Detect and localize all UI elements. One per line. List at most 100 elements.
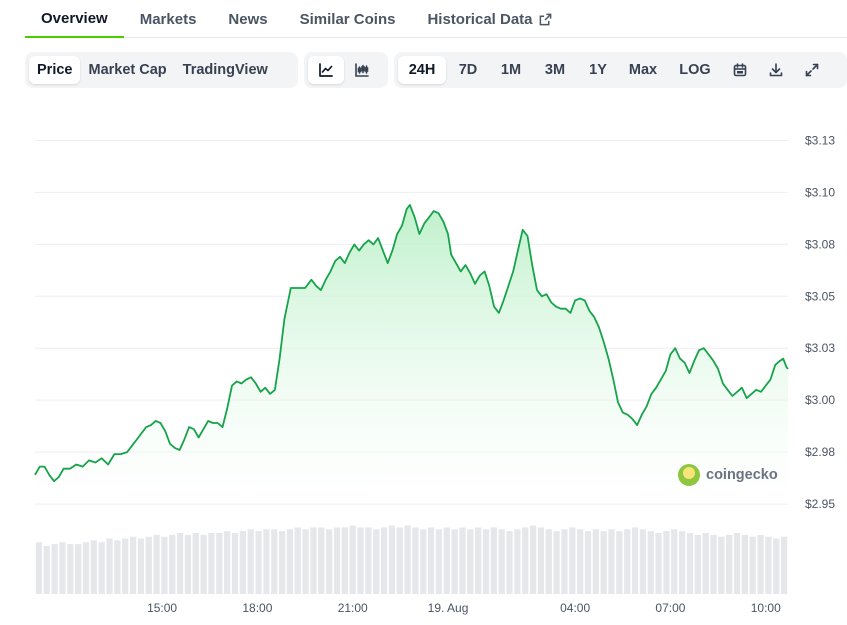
x-tick-label: 15:00 bbox=[147, 601, 177, 615]
volume-bar bbox=[592, 529, 599, 594]
y-axis-labels: $2.95 $2.98 $3.00 $3.03 $3.05 $3.08 $3.10 $3.13 bbox=[805, 134, 835, 512]
volume-bar bbox=[161, 536, 168, 594]
volume-bar bbox=[600, 531, 607, 594]
price-button[interactable]: Price bbox=[29, 56, 81, 84]
tab-historical-data[interactable]: Historical Data bbox=[411, 0, 567, 38]
volume-bar bbox=[176, 532, 184, 594]
volume-bar bbox=[388, 525, 396, 594]
volume-bar bbox=[396, 527, 403, 594]
volume-bar bbox=[263, 529, 270, 594]
volume-bar bbox=[569, 527, 576, 594]
range-3m-button[interactable]: 3M bbox=[532, 56, 578, 84]
volume-bar bbox=[404, 525, 411, 594]
volume-bar bbox=[639, 529, 647, 594]
volume-bar bbox=[710, 534, 717, 594]
volume-bar bbox=[694, 534, 701, 594]
volume-bar bbox=[365, 527, 372, 594]
download-icon bbox=[769, 63, 783, 77]
volume-bar bbox=[718, 536, 725, 594]
calendar-button[interactable] bbox=[722, 56, 758, 84]
volume-bar bbox=[655, 532, 662, 594]
coingecko-logo-icon bbox=[678, 464, 700, 486]
volume-bar bbox=[537, 527, 545, 594]
x-tick-label: 07:00 bbox=[655, 601, 685, 615]
chart-type-switcher bbox=[304, 52, 388, 88]
volume-bar bbox=[608, 529, 615, 594]
range-max-button[interactable]: Max bbox=[618, 56, 668, 84]
volume-bar bbox=[498, 529, 505, 594]
x-axis-labels: 15:00 18:00 21:00 19. Aug 04:00 07:00 10:00 bbox=[147, 601, 781, 615]
volume-bar bbox=[326, 529, 333, 594]
tab-news[interactable]: News bbox=[212, 0, 283, 38]
volume-bar bbox=[451, 529, 458, 594]
volume-bar bbox=[122, 538, 129, 594]
volume-bar bbox=[749, 536, 756, 594]
candlestick-chart-button[interactable] bbox=[344, 56, 380, 84]
volume-bar bbox=[106, 538, 113, 594]
volume-bar bbox=[286, 529, 294, 594]
volume-bar bbox=[59, 542, 66, 594]
y-tick-label: $3.10 bbox=[805, 185, 835, 199]
fullscreen-button[interactable] bbox=[794, 56, 830, 84]
volume-bar bbox=[427, 527, 435, 594]
volume-bar bbox=[373, 529, 380, 594]
volume-bar bbox=[318, 527, 325, 594]
volume-bar bbox=[553, 531, 560, 594]
download-button[interactable] bbox=[758, 56, 794, 84]
volume-bar bbox=[616, 531, 623, 594]
volume-bar bbox=[349, 525, 356, 594]
tab-label: Similar Coins bbox=[299, 10, 396, 28]
volume-bar bbox=[733, 532, 741, 594]
y-tick-label: $2.98 bbox=[805, 445, 835, 459]
volume-bar bbox=[380, 527, 388, 594]
volume-bar bbox=[443, 527, 450, 594]
volume-bar bbox=[420, 529, 427, 594]
volume-bar bbox=[333, 527, 341, 594]
x-tick-label: 21:00 bbox=[338, 601, 368, 615]
range-1m-button[interactable]: 1M bbox=[490, 56, 532, 84]
volume-bar bbox=[247, 529, 254, 594]
market-cap-button[interactable]: Market Cap bbox=[80, 56, 174, 84]
volume-bar bbox=[98, 542, 105, 594]
volume-bar bbox=[757, 534, 764, 594]
range-7d-button[interactable]: 7D bbox=[446, 56, 490, 84]
volume-bar bbox=[310, 527, 317, 594]
volume-bar bbox=[153, 534, 160, 594]
calendar-icon bbox=[733, 63, 747, 77]
volume-bar bbox=[529, 525, 537, 594]
range-1y-button[interactable]: 1Y bbox=[578, 56, 618, 84]
volume-bar bbox=[271, 529, 278, 594]
price-chart[interactable]: $2.95 $2.98 $3.00 $3.03 $3.05 $3.08 $3.10 $3.13… bbox=[0, 100, 847, 625]
y-tick-label: $3.08 bbox=[805, 237, 835, 251]
volume-bar bbox=[780, 536, 788, 594]
y-tick-label: $2.95 bbox=[805, 497, 835, 511]
tab-overview[interactable]: Overview bbox=[25, 0, 124, 38]
volume-bar bbox=[169, 534, 176, 594]
log-scale-button[interactable]: LOG bbox=[668, 56, 722, 84]
volume-bar bbox=[224, 531, 231, 594]
volume-bar bbox=[67, 544, 74, 594]
volume-bar bbox=[584, 531, 592, 594]
volume-bar bbox=[435, 529, 443, 594]
volume-bar bbox=[75, 544, 82, 594]
volume-bar bbox=[686, 532, 694, 594]
x-tick-label: 04:00 bbox=[560, 601, 590, 615]
tradingview-button[interactable]: TradingView bbox=[175, 56, 276, 84]
tab-similar-coins[interactable]: Similar Coins bbox=[284, 0, 412, 38]
y-tick-label: $3.03 bbox=[805, 341, 835, 355]
range-24h-button[interactable]: 24H bbox=[398, 56, 446, 84]
tab-markets[interactable]: Markets bbox=[124, 0, 213, 38]
volume-bar bbox=[90, 540, 97, 594]
external-link-icon bbox=[539, 13, 552, 26]
volume-bar bbox=[765, 536, 772, 594]
volume-bar bbox=[51, 544, 58, 594]
coingecko-watermark: coingecko bbox=[678, 464, 778, 486]
line-chart-button[interactable] bbox=[308, 56, 344, 84]
volume-bar bbox=[255, 531, 262, 594]
volume-bar bbox=[561, 529, 568, 594]
volume-bar bbox=[490, 527, 497, 594]
volume-bar bbox=[522, 527, 529, 594]
volume-bar bbox=[192, 532, 199, 594]
volume-bar bbox=[514, 529, 521, 594]
volume-bar bbox=[114, 540, 121, 594]
